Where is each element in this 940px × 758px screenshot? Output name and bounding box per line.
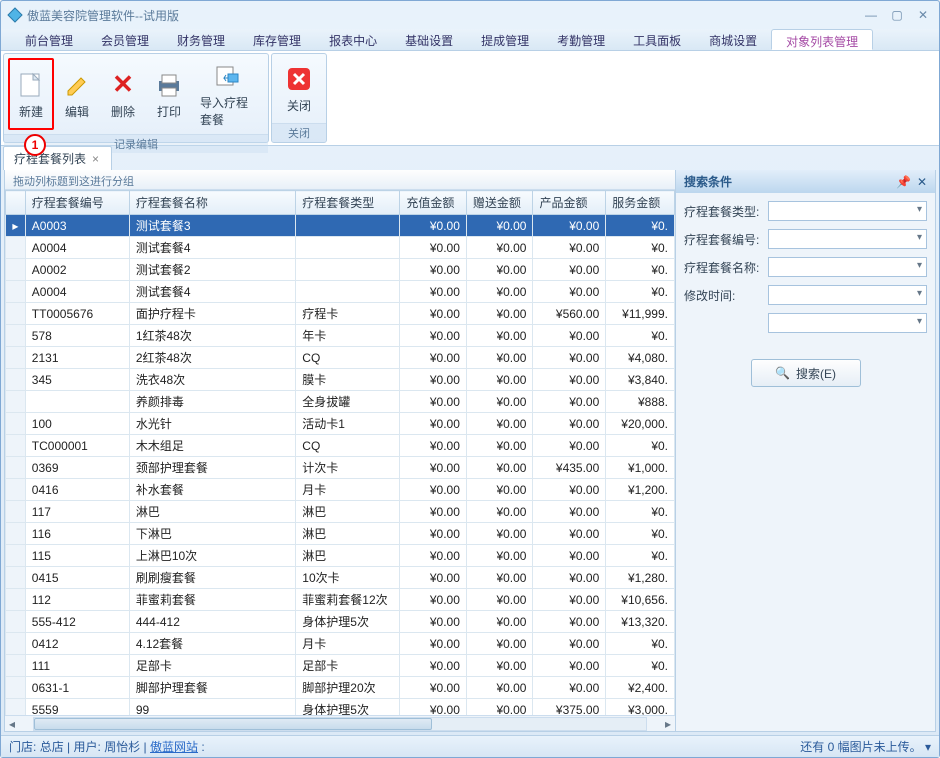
table-row[interactable]: 111足部卡足部卡¥0.00¥0.00¥0.00¥0. xyxy=(6,655,675,677)
import-package-button[interactable]: 导入疗程套餐 xyxy=(192,58,264,130)
search-button[interactable]: 🔍 搜索(E) xyxy=(751,359,861,387)
edit-button[interactable]: 编辑 xyxy=(54,58,100,130)
table-row[interactable]: 115上淋巴10次淋巴¥0.00¥0.00¥0.00¥0. xyxy=(6,545,675,567)
table-row[interactable]: 0369颈部护理套餐计次卡¥0.00¥0.00¥435.00¥1,000. xyxy=(6,457,675,479)
menu-item[interactable]: 工具面板 xyxy=(619,29,695,50)
scroll-right-icon[interactable]: ▸ xyxy=(661,717,675,731)
table-row[interactable]: TC000001木木组足CQ¥0.00¥0.00¥0.00¥0. xyxy=(6,435,675,457)
horizontal-scrollbar[interactable]: ◂ ▸ xyxy=(5,715,675,731)
field-label: 疗程套餐类型: xyxy=(684,203,764,220)
column-header[interactable]: 疗程套餐名称 xyxy=(129,191,295,215)
menu-item[interactable]: 财务管理 xyxy=(163,29,239,50)
table-row[interactable]: 117淋巴淋巴¥0.00¥0.00¥0.00¥0. xyxy=(6,501,675,523)
field-label: 疗程套餐名称: xyxy=(684,259,764,276)
new-icon xyxy=(15,69,47,101)
ribbon: 新建 编辑 ✕ 删除 打印 导入疗程套餐 记录 xyxy=(1,51,939,146)
menu-item[interactable]: 会员管理 xyxy=(87,29,163,50)
tab-close-icon[interactable]: × xyxy=(92,152,99,166)
table-row[interactable]: 0631-1脚部护理套餐脚部护理20次¥0.00¥0.00¥0.00¥2,400… xyxy=(6,677,675,699)
menu-item[interactable]: 对象列表管理 xyxy=(771,29,873,50)
app-logo-icon xyxy=(7,7,23,23)
search-panel-title: 搜索条件 xyxy=(684,173,732,190)
pin-icon[interactable]: 📌 xyxy=(896,175,911,189)
package-type-combo[interactable] xyxy=(768,201,927,221)
annotation-marker: 1 xyxy=(24,134,46,156)
modify-time-from-combo[interactable] xyxy=(768,285,927,305)
table-row[interactable]: 04124.12套餐月卡¥0.00¥0.00¥0.00¥0. xyxy=(6,633,675,655)
new-button[interactable]: 新建 xyxy=(8,58,54,130)
group-by-hint: 拖动列标题到这进行分组 xyxy=(5,170,675,190)
table-row[interactable]: A0004测试套餐4¥0.00¥0.00¥0.00¥0. xyxy=(6,237,675,259)
table-row[interactable]: A0002测试套餐2¥0.00¥0.00¥0.00¥0. xyxy=(6,259,675,281)
menu-item[interactable]: 商城设置 xyxy=(695,29,771,50)
close-button[interactable]: 关闭 xyxy=(276,58,322,119)
panel-close-icon[interactable]: ✕ xyxy=(917,175,927,189)
table-row[interactable]: 555-412444-412身体护理5次¥0.00¥0.00¥0.00¥13,3… xyxy=(6,611,675,633)
field-label: 疗程套餐编号: xyxy=(684,231,764,248)
window-title: 傲蓝美容院管理软件--试用版 xyxy=(27,7,861,24)
scroll-thumb[interactable] xyxy=(34,718,432,730)
menu-item[interactable]: 提成管理 xyxy=(467,29,543,50)
tabstrip: 疗程套餐列表 × xyxy=(1,146,939,170)
minimize-button[interactable]: — xyxy=(861,8,881,22)
menu-item[interactable]: 考勤管理 xyxy=(543,29,619,50)
menubar: 前台管理会员管理财务管理库存管理报表中心基础设置提成管理考勤管理工具面板商城设置… xyxy=(1,29,939,51)
menu-item[interactable]: 前台管理 xyxy=(11,29,87,50)
titlebar: 傲蓝美容院管理软件--试用版 — ▢ ✕ xyxy=(1,1,939,29)
menu-item[interactable]: 基础设置 xyxy=(391,29,467,50)
column-header[interactable]: 赠送金额 xyxy=(466,191,533,215)
menu-item[interactable]: 报表中心 xyxy=(315,29,391,50)
close-icon xyxy=(283,63,315,95)
scroll-left-icon[interactable]: ◂ xyxy=(5,717,19,731)
column-header[interactable]: 疗程套餐类型 xyxy=(296,191,400,215)
table-row[interactable]: 0416补水套餐月卡¥0.00¥0.00¥0.00¥1,200. xyxy=(6,479,675,501)
table-row[interactable]: TT0005676面护疗程卡疗程卡¥0.00¥0.00¥560.00¥11,99… xyxy=(6,303,675,325)
table-row[interactable]: 116下淋巴淋巴¥0.00¥0.00¥0.00¥0. xyxy=(6,523,675,545)
ribbon-group-title: 关闭 xyxy=(272,123,326,142)
column-header[interactable]: 充值金额 xyxy=(400,191,467,215)
delete-icon: ✕ xyxy=(107,69,139,101)
statusbar: 门店: 总店 | 用户: 周怡杉 | 傲蓝网站 : 还有 0 幅图片未上传。 ▾ xyxy=(1,735,939,757)
close-window-button[interactable]: ✕ xyxy=(913,8,933,22)
table-row[interactable]: 0415刷刷瘦套餐10次卡¥0.00¥0.00¥0.00¥1,280. xyxy=(6,567,675,589)
column-header[interactable]: 产品金额 xyxy=(533,191,606,215)
print-icon xyxy=(153,69,185,101)
delete-button[interactable]: ✕ 删除 xyxy=(100,58,146,130)
table-row[interactable]: 21312红茶48次CQ¥0.00¥0.00¥0.00¥4,080. xyxy=(6,347,675,369)
table-row[interactable]: ▸A0003测试套餐3¥0.00¥0.00¥0.00¥0. xyxy=(6,215,675,237)
search-icon: 🔍 xyxy=(775,366,790,380)
table-row[interactable]: 345洗衣48次膜卡¥0.00¥0.00¥0.00¥3,840. xyxy=(6,369,675,391)
search-panel: 搜索条件 📌 ✕ 疗程套餐类型: 疗程套餐编号: 疗程套餐名称: 修改时间: 🔍… xyxy=(675,170,935,731)
edit-icon xyxy=(61,69,93,101)
menu-item[interactable]: 库存管理 xyxy=(239,29,315,50)
modify-time-to-combo[interactable] xyxy=(768,313,927,333)
column-header[interactable]: 服务金额 xyxy=(606,191,675,215)
import-icon xyxy=(212,60,244,92)
table-row[interactable]: 100水光针活动卡1¥0.00¥0.00¥0.00¥20,000. xyxy=(6,413,675,435)
package-id-combo[interactable] xyxy=(768,229,927,249)
table-row[interactable]: 5781红茶48次年卡¥0.00¥0.00¥0.00¥0. xyxy=(6,325,675,347)
field-label: 修改时间: xyxy=(684,287,764,304)
table-row[interactable]: A0004测试套餐4¥0.00¥0.00¥0.00¥0. xyxy=(6,281,675,303)
website-link[interactable]: 傲蓝网站 xyxy=(150,740,198,754)
table-row[interactable]: 112菲蜜莉套餐菲蜜莉套餐12次¥0.00¥0.00¥0.00¥10,656. xyxy=(6,589,675,611)
package-name-combo[interactable] xyxy=(768,257,927,277)
tab-package-list[interactable]: 疗程套餐列表 × xyxy=(3,146,112,170)
table-row[interactable]: 养颜排毒全身拔罐¥0.00¥0.00¥0.00¥888. xyxy=(6,391,675,413)
print-button[interactable]: 打印 xyxy=(146,58,192,130)
data-grid[interactable]: 疗程套餐编号疗程套餐名称疗程套餐类型充值金额赠送金额产品金额服务金额 ▸A000… xyxy=(5,190,675,715)
table-row[interactable]: 555999身体护理5次¥0.00¥0.00¥375.00¥3,000. xyxy=(6,699,675,716)
maximize-button[interactable]: ▢ xyxy=(887,8,907,22)
column-header[interactable]: 疗程套餐编号 xyxy=(25,191,129,215)
